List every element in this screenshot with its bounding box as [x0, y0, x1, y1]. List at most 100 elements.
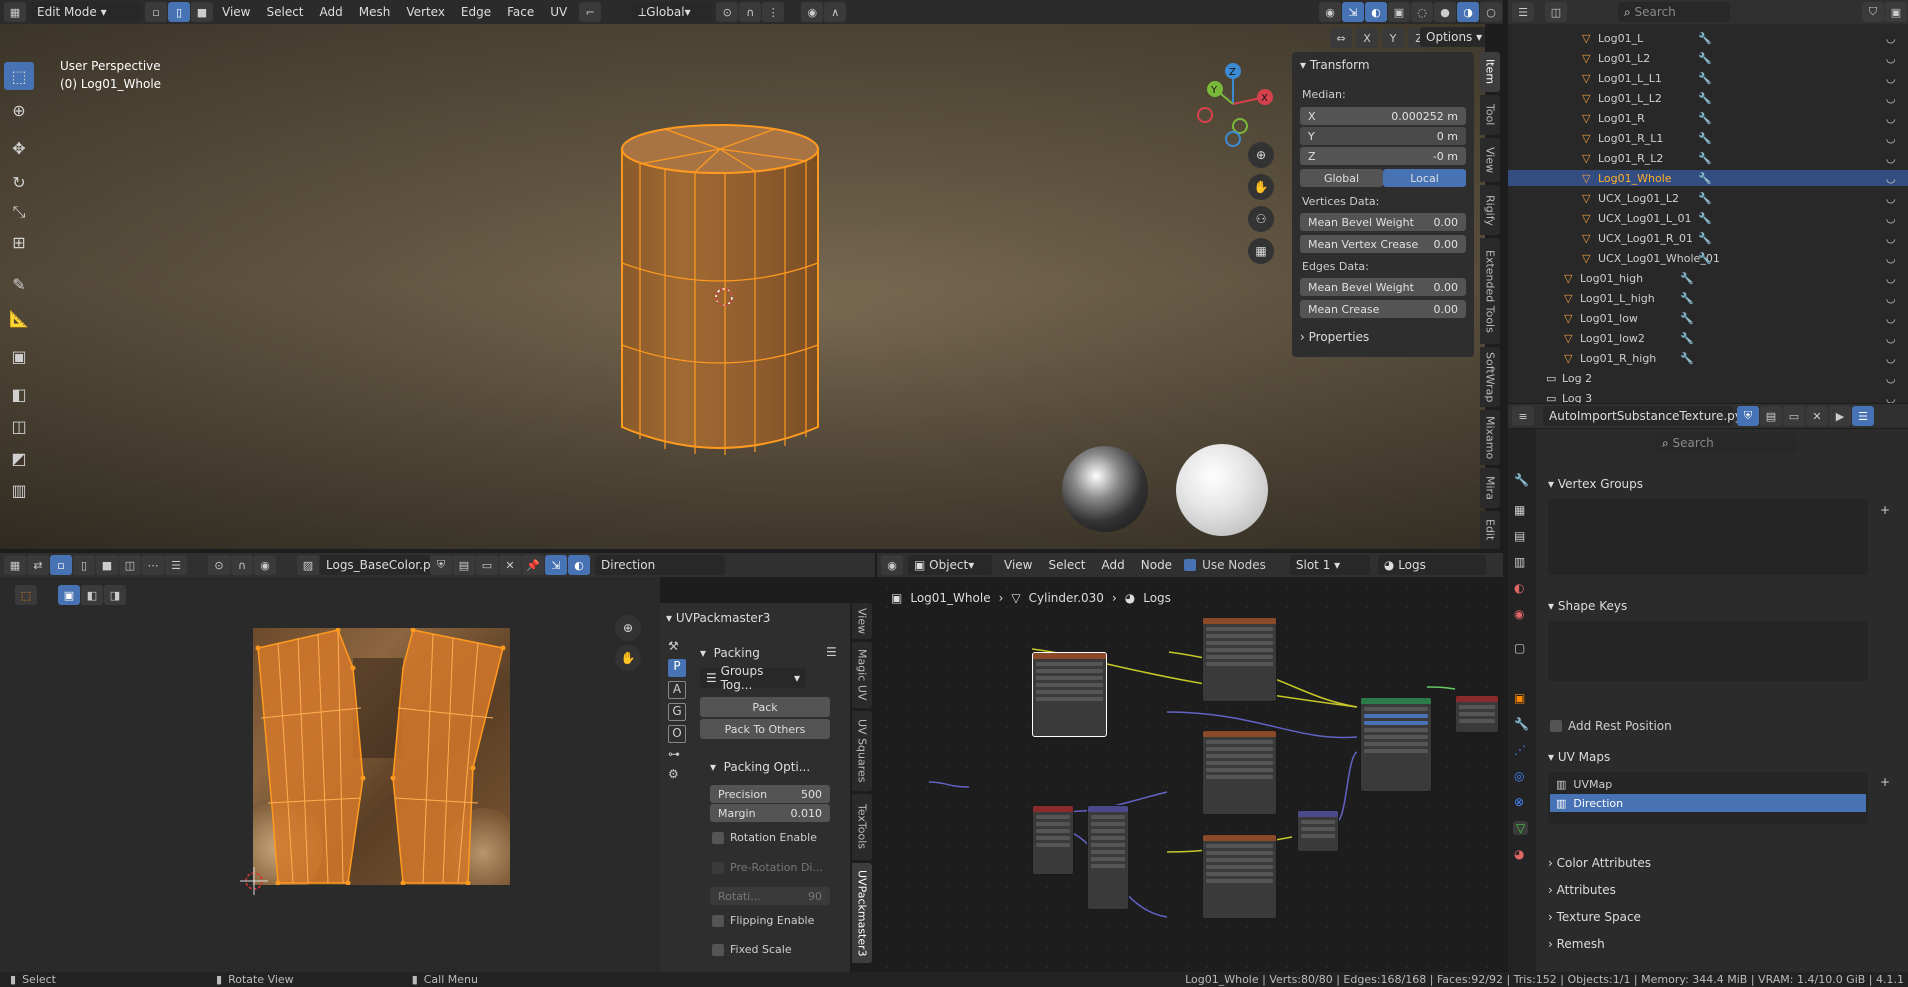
side-tab-mira[interactable]: Mira: [1480, 468, 1500, 508]
uv-edge-mode-icon[interactable]: ▯: [73, 555, 95, 575]
move-tool-icon[interactable]: ✥: [4, 134, 34, 162]
modifier-icon[interactable]: 🔧: [1698, 132, 1712, 145]
uv-tab-uvpackmaster[interactable]: UVPackmaster3: [852, 863, 872, 963]
side-tab-item[interactable]: Item: [1480, 52, 1500, 92]
properties-subpanel-header[interactable]: › Properties: [1300, 326, 1369, 348]
mode-dropdown[interactable]: Edit Mode ▾: [31, 2, 141, 22]
uv-sync-select-icon[interactable]: ⇄: [27, 555, 49, 575]
uv-editor-type-icon[interactable]: ▦: [4, 555, 26, 575]
visibility-eye-icon[interactable]: ◡: [1886, 52, 1896, 65]
side-tab-rigify[interactable]: Rigify: [1480, 185, 1500, 235]
visibility-eye-icon[interactable]: ◡: [1886, 352, 1896, 365]
uv-pan-hand-icon[interactable]: ✋: [615, 645, 641, 671]
median-x-field[interactable]: X 0.000252 m: [1300, 107, 1466, 125]
visibility-eye-icon[interactable]: ◡: [1886, 192, 1896, 205]
camera-view-icon[interactable]: ⚇: [1248, 206, 1274, 232]
node-image-texture-normal[interactable]: [1202, 730, 1277, 815]
collection-props-icon[interactable]: ▢: [1514, 641, 1525, 655]
pack-to-others-button[interactable]: Pack To Others: [700, 719, 830, 739]
select-box-tool-icon[interactable]: ⬚: [4, 62, 34, 90]
shading-material-icon[interactable]: ◑: [1457, 2, 1479, 22]
uv-map-dropdown[interactable]: Direction: [595, 555, 725, 575]
gizmo-icon[interactable]: ⇲: [1342, 2, 1364, 22]
node-normal-map[interactable]: [1297, 810, 1339, 852]
visibility-eye-icon[interactable]: ◡: [1886, 372, 1896, 385]
modifier-icon[interactable]: 🔧: [1698, 252, 1712, 265]
modifier-icon[interactable]: 🔧: [1698, 112, 1712, 125]
overlay-icon[interactable]: ◐: [1365, 2, 1387, 22]
uvmap-item-uvmap[interactable]: ▥ UVMap: [1550, 775, 1866, 793]
menu-vertex[interactable]: Vertex: [398, 1, 453, 23]
outliner-row[interactable]: ▽ Log01_R 🔧 ◡: [1508, 110, 1908, 126]
attributes-header[interactable]: › Attributes: [1548, 879, 1616, 901]
uv-image-fake-user-icon[interactable]: ⛨: [430, 555, 452, 575]
3d-viewport[interactable]: User Perspective (0) Log01_Whole Z X Y ⊕: [0, 24, 1485, 549]
uvmap-add-icon[interactable]: +: [1880, 775, 1890, 789]
modifier-icon[interactable]: 🔧: [1698, 152, 1712, 165]
world-props-icon[interactable]: ◉: [1514, 607, 1524, 621]
side-tab-extended-tools[interactable]: Extended Tools: [1480, 238, 1500, 344]
pre-rotation-checkbox[interactable]: Pre-Rotation Di...: [712, 861, 823, 874]
outliner-row[interactable]: ▽ Log01_low2 🔧 ◡: [1508, 330, 1908, 346]
modifier-icon[interactable]: 🔧: [1680, 312, 1694, 325]
uv-image-browse-icon[interactable]: ▨: [297, 555, 319, 575]
pan-hand-icon[interactable]: ✋: [1248, 174, 1274, 200]
menu-select[interactable]: Select: [258, 1, 311, 23]
uv-maps-header[interactable]: ▾ UV Maps: [1548, 746, 1610, 768]
proportional-icon[interactable]: ◉: [801, 2, 824, 22]
modifier-icon[interactable]: 🔧: [1698, 172, 1712, 185]
node-menu-add[interactable]: Add: [1094, 554, 1133, 576]
rotation-enable-checkbox[interactable]: Rotation Enable: [712, 831, 817, 844]
node-mapping[interactable]: [1087, 805, 1129, 910]
visibility-eye-icon[interactable]: ◡: [1886, 272, 1896, 285]
packing-subheader[interactable]: ▾ Packing: [700, 642, 760, 664]
outliner-row[interactable]: ▽ Log01_L2 🔧 ◡: [1508, 50, 1908, 66]
modifier-icon[interactable]: 🔧: [1698, 72, 1712, 85]
uv-tab-view[interactable]: View: [852, 603, 872, 639]
visibility-eye-icon[interactable]: ◡: [1886, 32, 1896, 45]
uvp-settings-icon[interactable]: ⚙: [668, 767, 686, 787]
median-y-field[interactable]: Y0 m: [1300, 127, 1466, 145]
uv-face-mode-icon[interactable]: ■: [96, 555, 118, 575]
properties-search-input[interactable]: ⌕ Search: [1656, 433, 1796, 453]
visibility-eye-icon[interactable]: ◡: [1886, 132, 1896, 145]
filter-icon[interactable]: ⛉: [1862, 2, 1884, 22]
navigation-gizmo[interactable]: Z X Y: [1190, 59, 1280, 149]
outliner-row[interactable]: ▽ Log01_L_L2 🔧 ◡: [1508, 90, 1908, 106]
editor-type-icon[interactable]: ▦: [4, 2, 26, 22]
packing-options-subheader[interactable]: ▾ Packing Opti...: [710, 756, 810, 778]
uvp-tab-o[interactable]: O: [668, 725, 686, 743]
inset-tool-icon[interactable]: ◫: [4, 412, 34, 440]
particles-props-icon[interactable]: ⋰: [1514, 743, 1526, 757]
mirror-icon[interactable]: ⇔: [1330, 28, 1352, 48]
outliner-display-icon[interactable]: ◫: [1545, 2, 1567, 22]
uv-sticky-icon[interactable]: ⋯: [142, 555, 164, 575]
menu-edge[interactable]: Edge: [453, 1, 499, 23]
shading-solid-icon[interactable]: ●: [1434, 2, 1456, 22]
modifier-props-icon[interactable]: 🔧: [1514, 717, 1529, 731]
node-texture-coordinate[interactable]: [1032, 805, 1074, 875]
uv-menu-icon[interactable]: ☰: [165, 555, 187, 575]
uvp-tab-g[interactable]: G: [668, 703, 686, 721]
outliner-row[interactable]: ▽ Log01_L_high 🔧 ◡: [1508, 290, 1908, 306]
uv-image-close-icon[interactable]: ✕: [499, 555, 521, 575]
uv-tab-uv-squares[interactable]: UV Squares: [852, 711, 872, 791]
outliner-row[interactable]: ▽ Log01_R_L1 🔧 ◡: [1508, 130, 1908, 146]
outliner-row[interactable]: ▭ Log 3 ◡: [1508, 390, 1908, 404]
color-attributes-header[interactable]: › Color Attributes: [1548, 852, 1651, 874]
groups-toggle-dropdown[interactable]: ☰ Groups Tog... ▾: [700, 664, 806, 692]
mean-bevel-weight-field[interactable]: Mean Bevel Weight 0.00: [1300, 213, 1466, 231]
uv-gizmo-icon[interactable]: ⇲: [545, 555, 567, 575]
flipping-enable-checkbox[interactable]: Flipping Enable: [712, 914, 814, 927]
menu-face[interactable]: Face: [499, 1, 542, 23]
side-tab-edit[interactable]: Edit: [1480, 511, 1500, 549]
modifier-icon[interactable]: 🔧: [1680, 272, 1694, 285]
outliner-row[interactable]: ▽ UCX_Log01_L2 🔧 ◡: [1508, 190, 1908, 206]
uv-tab-magic-uv[interactable]: Magic UV: [852, 642, 872, 708]
log-cylinder-mesh[interactable]: [610, 109, 830, 479]
outliner-search-input[interactable]: ⌕ Search: [1618, 2, 1730, 22]
visibility-icon[interactable]: ◉: [1319, 2, 1341, 22]
visibility-eye-icon[interactable]: ◡: [1886, 112, 1896, 125]
visibility-eye-icon[interactable]: ◡: [1886, 212, 1896, 225]
uv-zoom-icon[interactable]: ⊕: [615, 615, 641, 641]
